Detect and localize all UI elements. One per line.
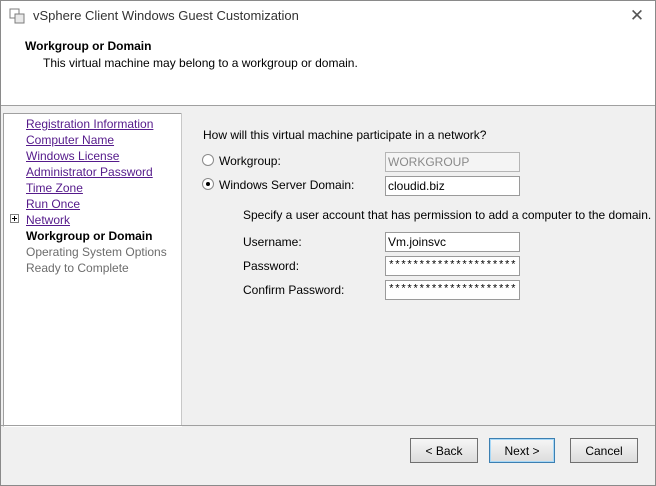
confirm-password-label: Confirm Password: <box>243 283 345 297</box>
password-input[interactable] <box>385 256 520 276</box>
footer-divider <box>1 425 655 426</box>
username-label: Username: <box>243 235 302 249</box>
page-subtitle: This virtual machine may belong to a wor… <box>43 56 358 70</box>
sidebar-item-windows-license[interactable]: Windows License <box>26 149 119 163</box>
back-button[interactable]: < Back <box>410 438 478 463</box>
sidebar-item-ready-to-complete: Ready to Complete <box>26 261 129 275</box>
workgroup-input[interactable] <box>385 152 520 172</box>
confirm-password-input[interactable] <box>385 280 520 300</box>
plus-expand-icon[interactable] <box>10 214 19 223</box>
workgroup-label: Workgroup: <box>219 154 281 168</box>
title-bar: vSphere Client Windows Guest Customizati… <box>1 1 655 31</box>
next-button[interactable]: Next > <box>489 438 555 463</box>
sidebar-item-network[interactable]: Network <box>26 213 70 227</box>
sidebar-item-time-zone[interactable]: Time Zone <box>26 181 83 195</box>
windows-server-domain-radio[interactable] <box>202 178 214 190</box>
wizard-window: vSphere Client Windows Guest Customizati… <box>0 0 656 486</box>
password-label: Password: <box>243 259 300 273</box>
close-icon[interactable]: ✕ <box>627 6 647 26</box>
sidebar-item-administrator-password[interactable]: Administrator Password <box>26 165 153 179</box>
sidebar-item-computer-name[interactable]: Computer Name <box>26 133 114 147</box>
wizard-steps-sidebar: Registration Information Computer Name W… <box>3 113 182 427</box>
account-prompt: Specify a user account that has permissi… <box>243 208 652 222</box>
cancel-button[interactable]: Cancel <box>570 438 638 463</box>
workgroup-radio[interactable] <box>202 154 214 166</box>
page-title: Workgroup or Domain <box>25 39 152 53</box>
username-input[interactable] <box>385 232 520 252</box>
window-title: vSphere Client Windows Guest Customizati… <box>33 8 299 23</box>
sidebar-item-registration-information[interactable]: Registration Information <box>26 117 153 131</box>
vsphere-app-icon <box>9 8 25 24</box>
network-question: How will this virtual machine participat… <box>203 128 487 142</box>
sidebar-item-run-once[interactable]: Run Once <box>26 197 80 211</box>
sidebar-item-workgroup-or-domain: Workgroup or Domain <box>26 229 153 243</box>
workgroup-domain-panel: How will this virtual machine participat… <box>182 113 655 425</box>
windows-server-domain-label: Windows Server Domain: <box>219 178 355 192</box>
wizard-header: Workgroup or Domain This virtual machine… <box>1 31 655 106</box>
domain-input[interactable] <box>385 176 520 196</box>
sidebar-item-operating-system-options: Operating System Options <box>26 245 167 259</box>
